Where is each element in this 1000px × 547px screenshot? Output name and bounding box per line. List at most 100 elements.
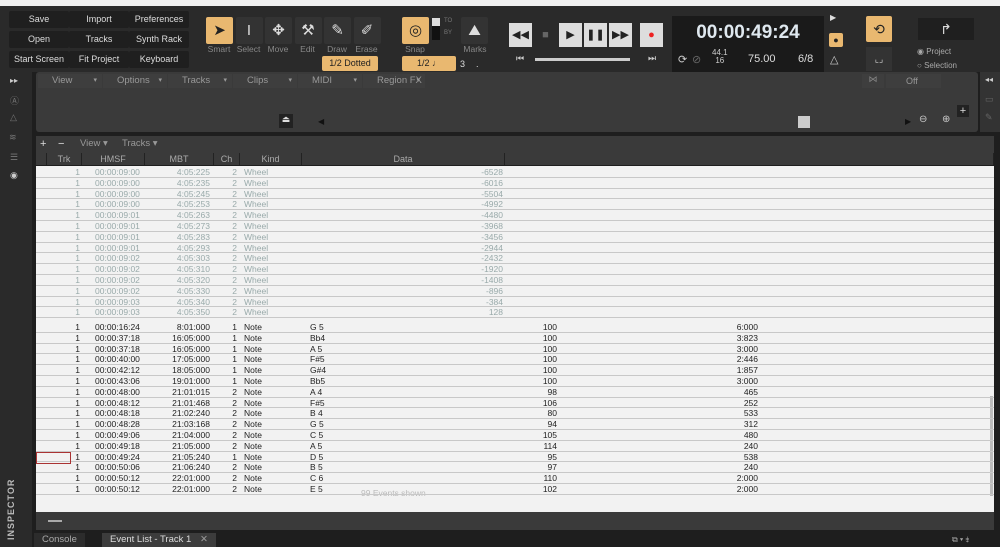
cell-duration[interactable]: 6:000 <box>696 322 758 332</box>
cell-duration[interactable]: 3:823 <box>696 333 758 343</box>
cell-hmsf[interactable]: 00:00:49:24 <box>95 452 140 462</box>
table-row[interactable]: 1 00:00:50:06 21:06:240 2 Note B 5 97 240 <box>36 462 994 474</box>
cell-mbt[interactable]: 21:06:240 <box>146 462 210 472</box>
cell-trk[interactable]: 1 <box>36 430 80 440</box>
cell-data[interactable]: -4480 <box>440 210 503 220</box>
table-row[interactable]: 1 00:00:09:00 4:05:253 2 Wheel -4992 <box>36 199 994 211</box>
cell-duration[interactable]: 538 <box>696 452 758 462</box>
cell-trk[interactable]: 1 <box>36 286 80 296</box>
cell-duration[interactable]: 240 <box>696 441 758 451</box>
cell-data[interactable]: -4992 <box>440 199 503 209</box>
quick-button-import[interactable]: Import <box>69 11 129 28</box>
cell-hmsf[interactable]: 00:00:50:12 <box>95 473 140 483</box>
cell-mbt[interactable]: 19:01:000 <box>146 376 210 386</box>
cell-velocity[interactable]: 98 <box>496 387 557 397</box>
cell-velocity[interactable]: 95 <box>496 452 557 462</box>
cell-data[interactable]: -6016 <box>440 178 503 188</box>
tool-smart[interactable]: ➤ <box>206 17 233 44</box>
rewind-button[interactable]: ◀◀ <box>509 23 532 47</box>
add-event-button[interactable]: + <box>40 138 46 150</box>
play-button[interactable]: ▶ <box>559 23 582 47</box>
cell-kind[interactable]: Wheel <box>244 199 268 209</box>
cell-duration[interactable]: 240 <box>696 462 758 472</box>
cell-kind[interactable]: Wheel <box>244 167 268 177</box>
cell-velocity[interactable]: 100 <box>496 376 557 386</box>
cell-mbt[interactable]: 4:05:235 <box>146 178 210 188</box>
column-header-mbt[interactable]: MBT <box>145 153 214 165</box>
menu-region-fx[interactable]: Region FX <box>363 74 425 88</box>
cell-mbt[interactable]: 8:01:000 <box>146 322 210 332</box>
cell-hmsf[interactable]: 00:00:09:00 <box>95 189 140 199</box>
cell-kind[interactable]: Wheel <box>244 189 268 199</box>
cell-trk[interactable]: 1 <box>36 253 80 263</box>
cell-ch[interactable]: 2 <box>216 189 237 199</box>
scroll-right-icon[interactable]: ▶ <box>905 117 911 126</box>
cell-mbt[interactable]: 4:05:293 <box>146 243 210 253</box>
cell-data[interactable]: A 4 <box>310 387 322 397</box>
cell-kind[interactable]: Note <box>244 333 262 343</box>
table-row[interactable]: 1 00:00:09:02 4:05:320 2 Wheel -1408 <box>36 275 994 286</box>
add-track-button[interactable]: + <box>957 105 969 117</box>
table-row[interactable]: 1 00:00:49:24 21:05:240 1 Note D 5 95 538 <box>36 451 994 464</box>
cell-trk[interactable]: 1 <box>36 243 80 253</box>
go-to-end-icon[interactable]: ⏭ <box>648 53 656 64</box>
cell-mbt[interactable]: 16:05:000 <box>146 333 210 343</box>
cell-data[interactable]: -384 <box>440 297 503 307</box>
cell-trk[interactable]: 1 <box>36 484 80 494</box>
cell-hmsf[interactable]: 00:00:09:01 <box>95 232 140 242</box>
cell-kind[interactable]: Note <box>244 387 262 397</box>
cell-trk[interactable]: 1 <box>36 419 80 429</box>
snap-duration-dropdown[interactable]: 1/2 Dotted <box>322 56 378 71</box>
cell-kind[interactable]: Note <box>244 473 262 483</box>
cell-velocity[interactable]: 114 <box>496 441 557 451</box>
cell-mbt[interactable]: 4:05:263 <box>146 210 210 220</box>
cell-duration[interactable]: 252 <box>696 398 758 408</box>
cell-mbt[interactable]: 21:03:168 <box>146 419 210 429</box>
table-row[interactable]: 1 00:00:49:18 21:05:000 2 Note A 5 114 240 <box>36 441 994 452</box>
cell-hmsf[interactable]: 00:00:09:01 <box>95 243 140 253</box>
cell-trk[interactable]: 1 <box>36 297 80 307</box>
cell-velocity[interactable]: 80 <box>496 408 557 418</box>
scroll-left-icon[interactable]: ◀ <box>318 117 324 126</box>
cell-hmsf[interactable]: 00:00:09:01 <box>95 210 140 220</box>
cell-kind[interactable]: Wheel <box>244 286 268 296</box>
cell-mbt[interactable]: 22:01:000 <box>146 484 210 494</box>
table-row[interactable]: 1 00:00:49:06 21:04:000 2 Note C 5 105 480 <box>36 430 994 441</box>
cell-ch[interactable]: 2 <box>216 398 237 408</box>
cell-duration[interactable]: 480 <box>696 430 758 440</box>
cell-velocity[interactable]: 94 <box>496 419 557 429</box>
quick-button-tracks[interactable]: Tracks <box>69 31 129 48</box>
tab-console[interactable]: Console <box>34 533 85 547</box>
cell-kind[interactable]: Wheel <box>244 178 268 188</box>
cell-mbt[interactable]: 4:05:253 <box>146 199 210 209</box>
menu-clips[interactable]: Clips <box>233 74 297 88</box>
table-row[interactable]: 1 00:00:09:01 4:05:263 2 Wheel -4480 <box>36 210 994 221</box>
cell-velocity[interactable]: 100 <box>496 333 557 343</box>
cell-mbt[interactable]: 4:05:320 <box>146 275 210 285</box>
cell-kind[interactable]: Wheel <box>244 253 268 263</box>
cell-duration[interactable]: 3:000 <box>696 344 758 354</box>
cell-hmsf[interactable]: 00:00:09:03 <box>95 297 140 307</box>
cell-duration[interactable]: 2:000 <box>696 484 758 494</box>
cell-hmsf[interactable]: 00:00:43:06 <box>95 376 140 386</box>
cell-ch[interactable]: 2 <box>216 307 237 317</box>
cell-velocity[interactable]: 100 <box>496 344 557 354</box>
cell-trk[interactable]: 1 <box>36 178 80 188</box>
cell-mbt[interactable]: 21:04:000 <box>146 430 210 440</box>
table-row[interactable]: 1 00:00:50:12 22:01:000 2 Note C 6 110 2:000 <box>36 473 994 484</box>
cell-velocity[interactable]: 97 <box>496 462 557 472</box>
cell-ch[interactable]: 1 <box>216 333 237 343</box>
cell-mbt[interactable]: 21:01:015 <box>146 387 210 397</box>
cell-trk[interactable]: 1 <box>36 275 80 285</box>
cell-mbt[interactable]: 18:05:000 <box>146 365 210 375</box>
tool-erase[interactable]: ✐ <box>353 17 381 44</box>
tracks-menu[interactable]: Tracks ▾ <box>122 138 170 149</box>
tool-draw[interactable]: ✎ <box>324 17 351 44</box>
cell-data[interactable]: C 6 <box>310 473 323 483</box>
cell-hmsf[interactable]: 00:00:48:00 <box>95 387 140 397</box>
cell-trk[interactable]: 1 <box>36 398 80 408</box>
cell-data[interactable]: A 5 <box>310 344 322 354</box>
cell-hmsf[interactable]: 00:00:48:28 <box>95 419 140 429</box>
tab-options-icon[interactable]: ⧉ ▾ ⇟ <box>952 535 969 545</box>
cell-duration[interactable]: 465 <box>696 387 758 397</box>
